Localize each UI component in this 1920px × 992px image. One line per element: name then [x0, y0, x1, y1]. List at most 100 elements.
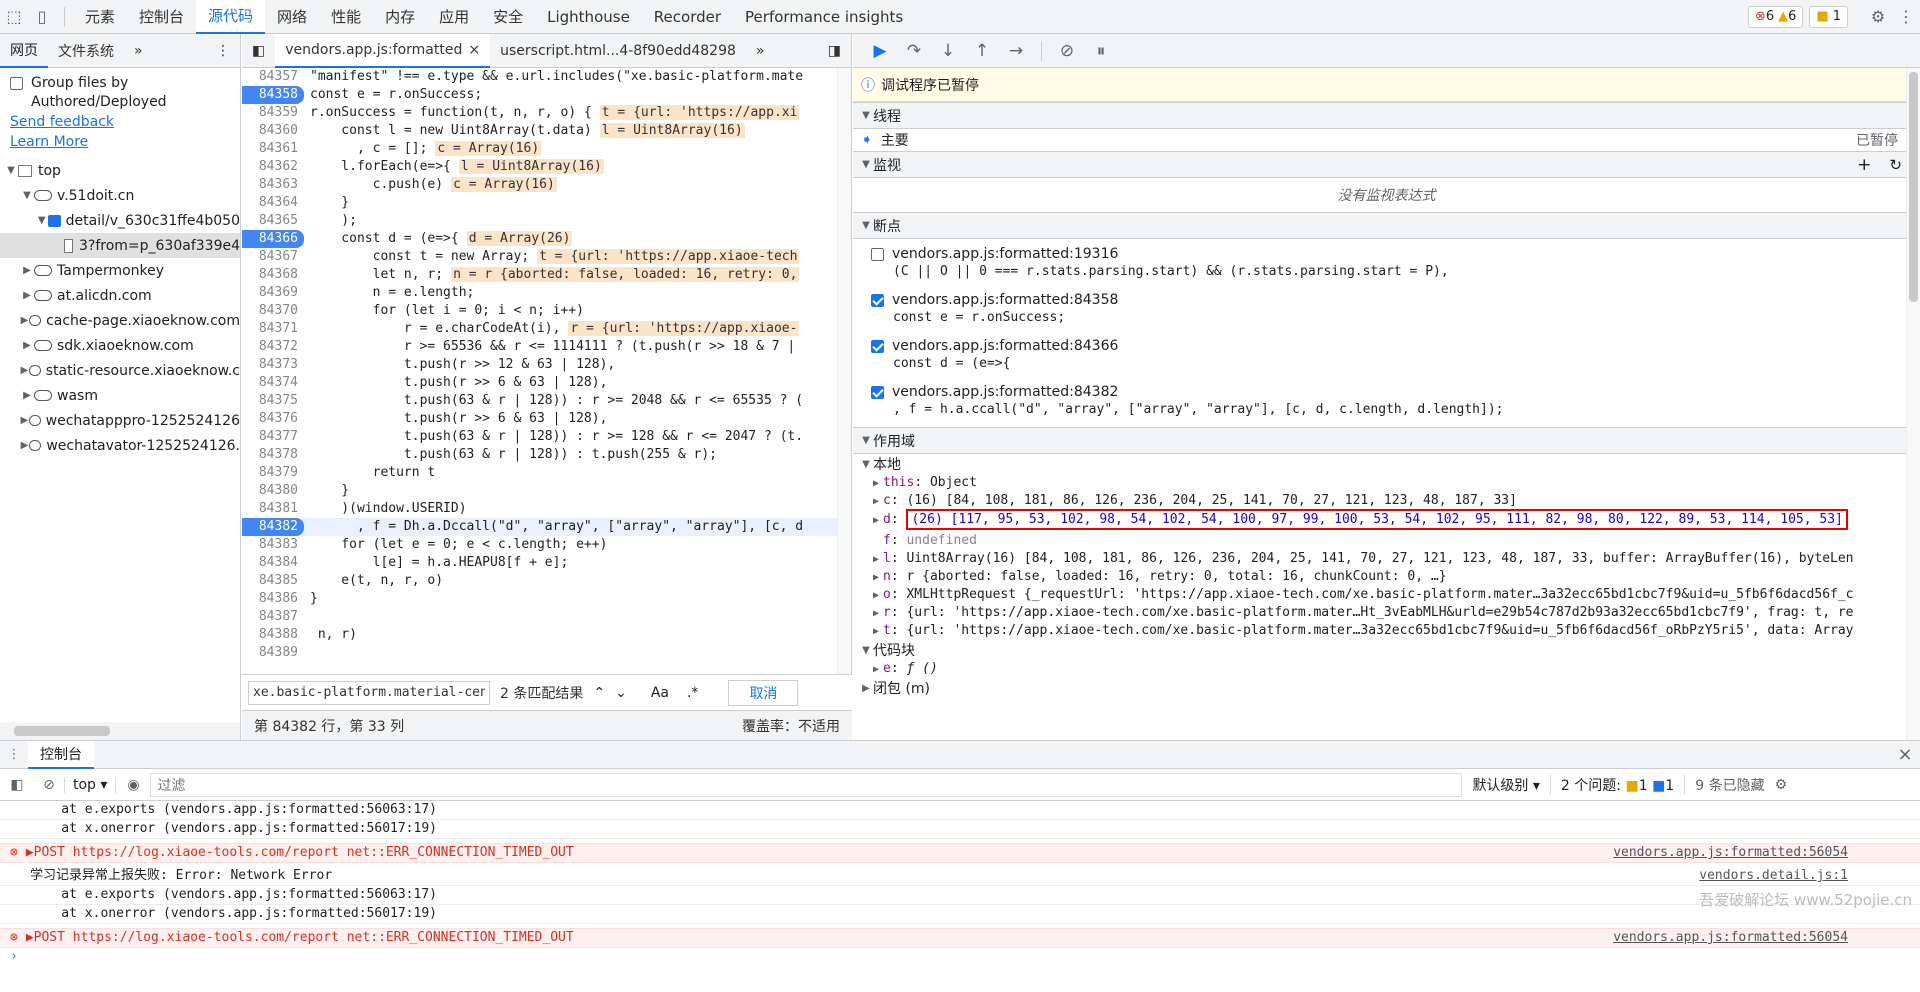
scope-prop[interactable]: ▶ o: XMLHttpRequest {_requestUrl: 'https:…	[853, 586, 1920, 604]
code-line[interactable]: 84371 r = e.charCodeAt(i), r = {url: 'htt…	[242, 320, 838, 338]
code-line[interactable]: 84385 e(t, n, r, o)	[242, 572, 838, 590]
code-line[interactable]: 84365 );	[242, 212, 838, 230]
line-number[interactable]: 84363	[242, 176, 304, 194]
code-line[interactable]: 84373 t.push(r >> 12 & 63 | 128),	[242, 356, 838, 374]
issues-counter[interactable]: 2 个问题: ■1 ■1	[1549, 774, 1686, 795]
code-line[interactable]: 84370 for (let i = 0; i < n; i++)	[242, 302, 838, 320]
device-toolbar-icon[interactable]: ▯	[28, 0, 56, 34]
more-tabs-icon[interactable]: »	[124, 34, 153, 68]
resume-icon[interactable]: ▶	[863, 34, 897, 68]
watch-section[interactable]: ▼ 监视 + ↻	[853, 151, 1920, 178]
sidebar-toggle-icon[interactable]: ◧	[0, 777, 34, 793]
tree-item[interactable]: ▼ v.51doit.cn	[0, 183, 240, 208]
expand-icon[interactable]: ▶	[20, 365, 29, 376]
code-line[interactable]: 84384 l[e] = h.a.HEAPU8[f + e];	[242, 554, 838, 572]
more-files-icon[interactable]: »	[746, 34, 775, 68]
block-scope[interactable]: ▼ 代码块	[853, 640, 1920, 660]
step-out-icon[interactable]: ↑	[965, 34, 999, 68]
code-line[interactable]: 84366 const d = (e=>{d = Array(26)	[242, 230, 838, 248]
clear-console-icon[interactable]: ⊘	[34, 777, 64, 793]
line-number[interactable]: 84389	[242, 644, 304, 662]
source-link[interactable]: vendors.detail.js:1	[1699, 867, 1848, 885]
toggle-navigator-icon[interactable]: ◧	[242, 34, 275, 68]
console-error-row[interactable]: ⊗ ▶POST https://log.xiaoe-tools.com/repor…	[0, 843, 1920, 863]
line-number[interactable]: 84380	[242, 482, 304, 500]
panel-tab[interactable]: 源代码	[196, 0, 266, 34]
breakpoint-item[interactable]: vendors.app.js:formatted:19316 (C || O ||…	[853, 239, 1920, 285]
panel-tab[interactable]: 应用	[427, 0, 481, 34]
log-level-select[interactable]: 默认级别 ▾	[1462, 775, 1549, 795]
line-number[interactable]: 84375	[242, 392, 304, 410]
close-drawer-icon[interactable]: ×	[1890, 744, 1920, 765]
group-files-checkbox[interactable]	[10, 77, 23, 90]
line-number[interactable]: 84361	[242, 140, 304, 158]
more-menu-icon[interactable]: ⋮	[1892, 0, 1920, 34]
code-line[interactable]: 84359 r.onSuccess = function(t, n, r, o) …	[242, 104, 838, 122]
line-number[interactable]: 84365	[242, 212, 304, 230]
code-line[interactable]: 84358 const e = r.onSuccess;	[242, 86, 838, 104]
source-link[interactable]: vendors.app.js:formatted:56054	[1613, 929, 1848, 947]
step-over-icon[interactable]: ↷	[897, 34, 931, 68]
tree-item[interactable]: ▶ wasm	[0, 383, 240, 408]
expand-icon[interactable]: ▶	[869, 511, 883, 531]
code-line[interactable]: 84377 t.push(63 & r | 128)) : r >= 128 &…	[242, 428, 838, 446]
panel-tab[interactable]: 网络	[265, 0, 319, 34]
settings-gear-icon[interactable]: ⚙	[1864, 0, 1892, 34]
context-select[interactable]: top ▾	[64, 776, 117, 793]
navigator-menu-icon[interactable]: ⋮	[206, 34, 240, 68]
breakpoint-item[interactable]: vendors.app.js:formatted:84382 , f = h.a.…	[853, 377, 1920, 423]
tab-filesystem[interactable]: 文件系统	[48, 34, 124, 68]
tree-item[interactable]: ▼ detail/v_630c31ffe4b050	[0, 208, 240, 233]
code-line[interactable]: 84369 n = e.length;	[242, 284, 838, 302]
panel-tab[interactable]: 控制台	[127, 0, 196, 34]
line-number[interactable]: 84381	[242, 500, 304, 518]
debugger-scrollbar[interactable]	[1906, 68, 1920, 740]
code-lines[interactable]: 84357 "manifest" !== e.type && e.url.incl…	[242, 68, 838, 686]
line-number[interactable]: 84383	[242, 536, 304, 554]
refresh-icon[interactable]: ↻	[1889, 156, 1902, 174]
tree-item[interactable]: ▶ static-resource.xiaoeknow.c	[0, 358, 240, 383]
tree-item[interactable]: ▶ at.alicdn.com	[0, 283, 240, 308]
tree-item[interactable]: ▶ wechatapppro-1252524126	[0, 408, 241, 433]
code-line[interactable]: 84388 n, r)	[242, 626, 838, 644]
code-line[interactable]: 84368 let n, r; n = r {aborted: false, lo…	[242, 266, 838, 284]
line-number[interactable]: 84385	[242, 572, 304, 590]
expand-icon[interactable]: ▶	[20, 415, 29, 426]
line-number[interactable]: 84369	[242, 284, 304, 302]
search-input[interactable]	[248, 680, 490, 705]
code-line[interactable]: 84387	[242, 608, 838, 626]
tab-console[interactable]: 控制台	[28, 740, 94, 769]
line-number[interactable]: 84376	[242, 410, 304, 428]
code-line[interactable]: 84376 t.push(r >> 6 & 63 | 128),	[242, 410, 838, 428]
step-icon[interactable]: →	[999, 34, 1033, 68]
code-line[interactable]: 84361 , c = []; c = Array(16)	[242, 140, 838, 158]
search-next-icon[interactable]: ⌄	[615, 685, 627, 701]
line-number[interactable]: 84377	[242, 428, 304, 446]
console-log-row[interactable]: 学习记录异常上报失败: Error: Network Error vendors.…	[0, 867, 1920, 886]
line-number[interactable]: 84387	[242, 608, 304, 626]
console-log-row[interactable]: at x.onerror (vendors.app.js:formatted:5…	[0, 820, 1920, 839]
line-number[interactable]: 84357	[242, 68, 304, 86]
source-link[interactable]: vendors.app.js:formatted:56054	[1613, 844, 1848, 862]
console-filter-input[interactable]	[150, 772, 1463, 797]
live-expression-eye-icon[interactable]: ◉	[116, 777, 150, 793]
scope-prop[interactable]: ▶ l: Uint8Array(16) [84, 108, 181, 86, 12…	[853, 550, 1920, 568]
line-number[interactable]: 84386	[242, 590, 304, 608]
add-watch-icon[interactable]: +	[1857, 155, 1871, 175]
line-number[interactable]: 84366	[242, 230, 304, 248]
console-prompt[interactable]: ›	[0, 948, 1920, 966]
file-tab-vendors[interactable]: vendors.app.js:formatted ×	[275, 33, 491, 68]
line-number[interactable]: 84368	[242, 266, 304, 284]
code-line[interactable]: 84362 l.forEach(e=>{l = Uint8Array(16)	[242, 158, 838, 176]
line-number[interactable]: 84362	[242, 158, 304, 176]
scroll-thumb[interactable]	[14, 726, 110, 736]
expand-icon[interactable]: ▼	[20, 190, 34, 201]
editor-scrollbar[interactable]	[837, 68, 851, 686]
tree-item[interactable]: 3?from=p_630af339e4	[0, 233, 240, 258]
scroll-thumb[interactable]	[1909, 72, 1918, 302]
line-number[interactable]: 84382	[242, 518, 304, 536]
expand-icon[interactable]: ▶	[869, 569, 883, 587]
expand-icon[interactable]: ▶	[20, 440, 29, 451]
thread-main[interactable]: ➧ 主要 已暂停	[853, 129, 1920, 151]
code-line[interactable]: 84380 }	[242, 482, 838, 500]
